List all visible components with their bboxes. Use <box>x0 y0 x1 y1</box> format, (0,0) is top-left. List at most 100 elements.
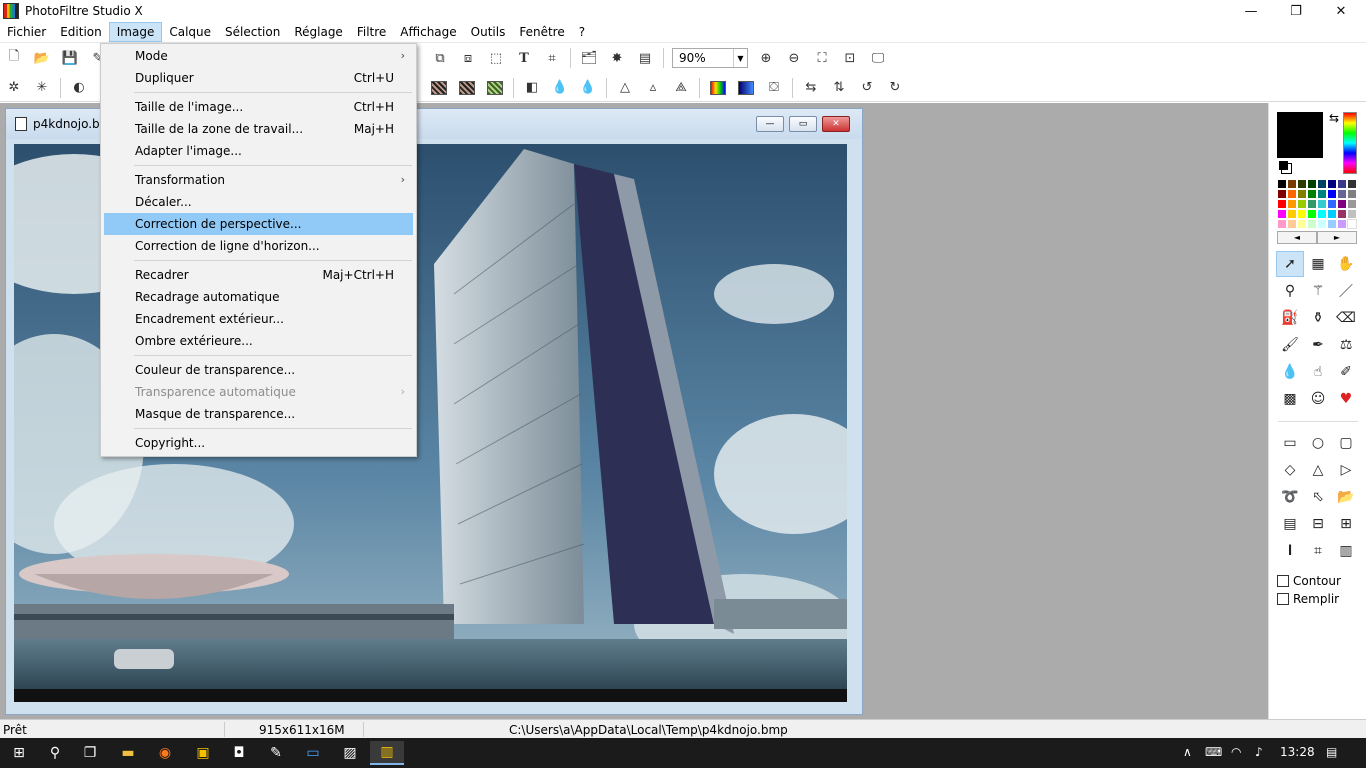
task-view-icon[interactable]: ❐ <box>73 741 107 765</box>
rgb-icon[interactable] <box>706 77 730 99</box>
blur-more-icon[interactable]: 💧 <box>576 77 600 99</box>
spray-icon[interactable]: ⚱ <box>1304 305 1332 331</box>
menu-item-encadrement[interactable]: Encadrement extérieur... <box>104 308 413 330</box>
foreground-color-swatch[interactable] <box>1277 112 1323 158</box>
app-media-icon[interactable]: ◘ <box>222 741 256 765</box>
menu-affichage[interactable]: Affichage <box>393 22 463 42</box>
menu-item-correction-horizon[interactable]: Correction de ligne d'horizon... <box>104 235 413 257</box>
app-window-icon[interactable]: ▭ <box>296 741 330 765</box>
open-folder-icon[interactable]: 📂 <box>30 47 54 69</box>
close-button[interactable]: ✕ <box>1318 0 1364 22</box>
menu-item-mode[interactable]: Mode › <box>104 45 413 67</box>
auto-levels-icon[interactable]: ✲ <box>2 77 26 99</box>
smudge-icon[interactable]: ☝ <box>1304 359 1332 385</box>
eyedropper-icon[interactable]: ⚲ <box>1276 278 1304 304</box>
explorer-icon[interactable]: 🗂 <box>577 47 601 69</box>
sharpen-icon[interactable]: △ <box>613 77 637 99</box>
diamond-shape-icon[interactable]: ◇ <box>1276 457 1304 483</box>
window-icon[interactable]: ▤ <box>633 47 657 69</box>
hand-tool-icon[interactable]: ✋ <box>1332 251 1360 277</box>
text-tool-icon[interactable]: T <box>512 47 536 69</box>
save-icon[interactable]: 💾 <box>58 47 82 69</box>
menu-reglage[interactable]: Réglage <box>287 22 350 42</box>
menu-item-masque-transparence[interactable]: Masque de transparence... <box>104 403 413 425</box>
pointer-tool-icon[interactable]: ➚ <box>1276 251 1304 277</box>
new-file-icon[interactable]: 🗋 <box>2 47 26 69</box>
flip-horizontal-icon[interactable]: ⇆ <box>799 77 823 99</box>
rotate-right-icon[interactable]: ↻ <box>883 77 907 99</box>
sharpen-more-icon[interactable]: ▵ <box>641 77 665 99</box>
palette-prev-button[interactable]: ◄ <box>1277 231 1317 244</box>
sharpen-strong-icon[interactable]: ⟁ <box>669 77 693 99</box>
menu-item-decaler[interactable]: Décaler... <box>104 191 413 213</box>
menu-item-transformation[interactable]: Transformation › <box>104 169 413 191</box>
doc-close-button[interactable]: ✕ <box>822 116 850 132</box>
load-shape-icon[interactable]: 📂 <box>1332 484 1360 510</box>
strawberry-icon[interactable]: ♥ <box>1332 386 1360 412</box>
color-spectrum[interactable] <box>1343 112 1357 174</box>
rounded-rect-icon[interactable]: ▢ <box>1332 430 1360 456</box>
zoom-in-icon[interactable]: ⊕ <box>754 47 778 69</box>
chevron-down-icon[interactable]: ▼ <box>733 49 747 67</box>
menu-item-adapter[interactable]: Adapter l'image... <box>104 140 413 162</box>
menu-filtre[interactable]: Filtre <box>350 22 393 42</box>
align-center-icon[interactable]: ▤ <box>1276 511 1304 537</box>
texture-green-icon[interactable] <box>483 77 507 99</box>
texture-sepia-icon[interactable] <box>455 77 479 99</box>
fit-window-icon[interactable]: ⛶ <box>810 47 834 69</box>
doc-minimize-button[interactable]: — <box>756 116 784 132</box>
photofiltre-taskbar-icon[interactable]: ▥ <box>370 741 404 765</box>
palette-next-button[interactable]: ► <box>1317 231 1357 244</box>
doc-maximize-button[interactable]: ▭ <box>789 116 817 132</box>
select-area-icon[interactable]: ⬚ <box>484 47 508 69</box>
menu-item-taille-zone[interactable]: Taille de la zone de travail... Maj+H <box>104 118 413 140</box>
deform-grid-icon[interactable]: ▩ <box>1276 386 1304 412</box>
menu-item-recadrage-auto[interactable]: Recadrage automatique <box>104 286 413 308</box>
flip-vertical-icon[interactable]: ⇅ <box>827 77 851 99</box>
plugin-icon[interactable]: ✸ <box>605 47 629 69</box>
menu-fenetre[interactable]: Fenêtre <box>512 22 571 42</box>
copy-layer-icon[interactable]: ⧉ <box>428 47 452 69</box>
eraser-icon[interactable]: ⌫ <box>1332 305 1360 331</box>
contour-option[interactable]: Contour <box>1277 574 1341 588</box>
file-explorer-icon[interactable]: ▬ <box>111 741 145 765</box>
line-tool-icon[interactable]: ／ <box>1332 278 1360 304</box>
zoom-select[interactable]: 90% ▼ <box>672 48 748 68</box>
menu-item-correction-perspective[interactable]: Correction de perspective... <box>104 213 413 235</box>
ellipse-shape-icon[interactable]: ○ <box>1304 430 1332 456</box>
gradient-icon[interactable] <box>734 77 758 99</box>
texture-dark-icon[interactable] <box>427 77 451 99</box>
color-palette[interactable] <box>1277 179 1357 229</box>
transform-icon[interactable]: ⌗ <box>540 47 564 69</box>
maximize-button[interactable]: ❐ <box>1273 0 1319 22</box>
swap-colors-icon[interactable]: ⇆ <box>1329 111 1339 125</box>
actual-size-icon[interactable]: ⊡ <box>838 47 862 69</box>
contour-checkbox[interactable] <box>1277 575 1289 587</box>
tray-chevron-up-icon[interactable]: ∧ <box>1183 745 1192 759</box>
brush-icon[interactable]: 🖌 <box>1276 332 1304 358</box>
tray-volume-icon[interactable]: ♪ <box>1255 745 1263 759</box>
search-icon[interactable]: ⚲ <box>38 741 72 765</box>
remplir-option[interactable]: Remplir <box>1277 592 1339 606</box>
fill-bucket-icon[interactable]: ⛽ <box>1276 305 1304 331</box>
stamp-icon[interactable]: ⚖ <box>1332 332 1360 358</box>
tray-keyboard-icon[interactable]: ⌨ <box>1205 745 1222 759</box>
text-cursor-icon[interactable]: 𝐈 <box>1276 538 1304 564</box>
zoom-out-icon[interactable]: ⊖ <box>782 47 806 69</box>
firefox-icon[interactable]: ◉ <box>148 741 182 765</box>
auto-contrast-icon[interactable]: ✳ <box>30 77 54 99</box>
ratio-43-icon[interactable]: ⊟ <box>1304 511 1332 537</box>
polygon-lasso-icon[interactable]: ⬁ <box>1304 484 1332 510</box>
rectangle-shape-icon[interactable]: ▭ <box>1276 430 1304 456</box>
advanced-brush-icon[interactable]: ✒ <box>1304 332 1332 358</box>
tray-wifi-icon[interactable]: ◠ <box>1231 745 1241 759</box>
menu-selection[interactable]: Sélection <box>218 22 287 42</box>
lasso-icon[interactable]: ➰ <box>1276 484 1304 510</box>
layer-manager-icon[interactable]: ▦ <box>1304 251 1332 277</box>
menu-calque[interactable]: Calque <box>162 22 218 42</box>
remplir-checkbox[interactable] <box>1277 593 1289 605</box>
rotate-left-icon[interactable]: ↺ <box>855 77 879 99</box>
deform-icon[interactable]: ⛋ <box>762 77 786 99</box>
menu-item-copyright[interactable]: Copyright... <box>104 432 413 454</box>
fullscreen-icon[interactable]: 🖵 <box>866 47 890 69</box>
